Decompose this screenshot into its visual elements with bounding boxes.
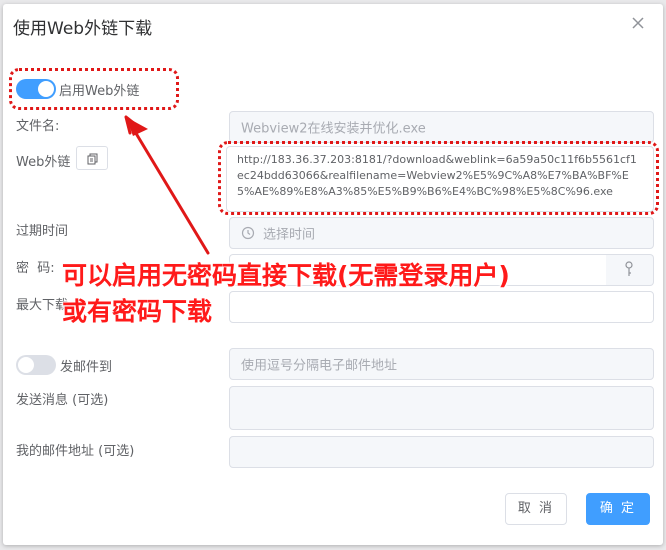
annotation-line-2: 或有密码下载	[62, 297, 213, 326]
annotation-line-1: 可以启用无密码直接下载(无需登录用户)	[62, 261, 510, 290]
annotation-text: 可以启用无密码直接下载(无需登录用户) 或有密码下载	[62, 258, 510, 330]
